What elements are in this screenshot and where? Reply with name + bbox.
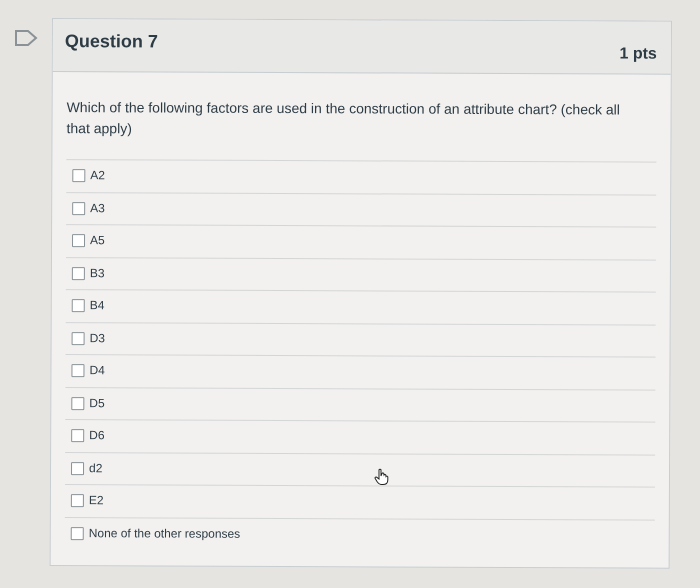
checkbox[interactable] bbox=[71, 364, 85, 378]
checkbox[interactable] bbox=[70, 526, 84, 540]
checkbox[interactable] bbox=[71, 396, 85, 410]
answer-option[interactable]: d2 bbox=[64, 451, 656, 487]
answer-option[interactable]: A3 bbox=[66, 191, 657, 227]
answer-option[interactable]: None of the other responses bbox=[64, 516, 655, 552]
answer-label: B3 bbox=[89, 265, 105, 280]
question-title: Question 7 bbox=[64, 31, 158, 52]
checkbox[interactable] bbox=[71, 299, 85, 313]
answer-option[interactable]: D6 bbox=[65, 419, 656, 455]
answer-label: D6 bbox=[89, 428, 105, 443]
flag-question-icon[interactable] bbox=[14, 29, 38, 47]
checkbox[interactable] bbox=[72, 201, 86, 215]
answer-label: d2 bbox=[89, 460, 103, 475]
answer-option[interactable]: A2 bbox=[66, 159, 657, 195]
answer-label: D4 bbox=[89, 363, 105, 378]
answer-label: None of the other responses bbox=[88, 525, 241, 541]
answer-option[interactable]: A5 bbox=[65, 224, 657, 260]
question-text: Which of the following factors are used … bbox=[66, 99, 620, 137]
answer-option[interactable]: D4 bbox=[65, 354, 656, 390]
checkbox[interactable] bbox=[72, 169, 86, 183]
checkbox[interactable] bbox=[71, 461, 85, 475]
answer-option[interactable]: B3 bbox=[65, 256, 656, 292]
question-header: Question 7 1 pts bbox=[52, 19, 671, 75]
hand-pointer-icon bbox=[374, 468, 389, 485]
answer-option[interactable]: D3 bbox=[65, 321, 656, 357]
checkbox[interactable] bbox=[71, 429, 85, 443]
answer-label: E2 bbox=[88, 493, 104, 508]
answer-label: B4 bbox=[89, 298, 105, 313]
answer-option[interactable]: E2 bbox=[64, 484, 655, 520]
question-points: 1 pts bbox=[619, 45, 657, 63]
answer-label: A2 bbox=[90, 168, 106, 183]
answer-option[interactable]: D5 bbox=[65, 386, 656, 422]
answer-options: A2 A3 A5 B3 B4 D3 D4 D5 D6 d2 E2 None of… bbox=[64, 159, 657, 552]
answer-label: A3 bbox=[90, 200, 105, 215]
answer-label: D3 bbox=[89, 330, 105, 345]
checkbox[interactable] bbox=[71, 331, 85, 345]
checkbox[interactable] bbox=[72, 234, 86, 248]
answer-option[interactable]: B4 bbox=[65, 289, 656, 325]
question-card: Question 7 1 pts Which of the following … bbox=[49, 18, 672, 569]
checkbox[interactable] bbox=[70, 494, 84, 508]
answer-label: D5 bbox=[89, 395, 105, 410]
checkbox[interactable] bbox=[71, 266, 85, 280]
answer-label: A5 bbox=[90, 233, 105, 248]
